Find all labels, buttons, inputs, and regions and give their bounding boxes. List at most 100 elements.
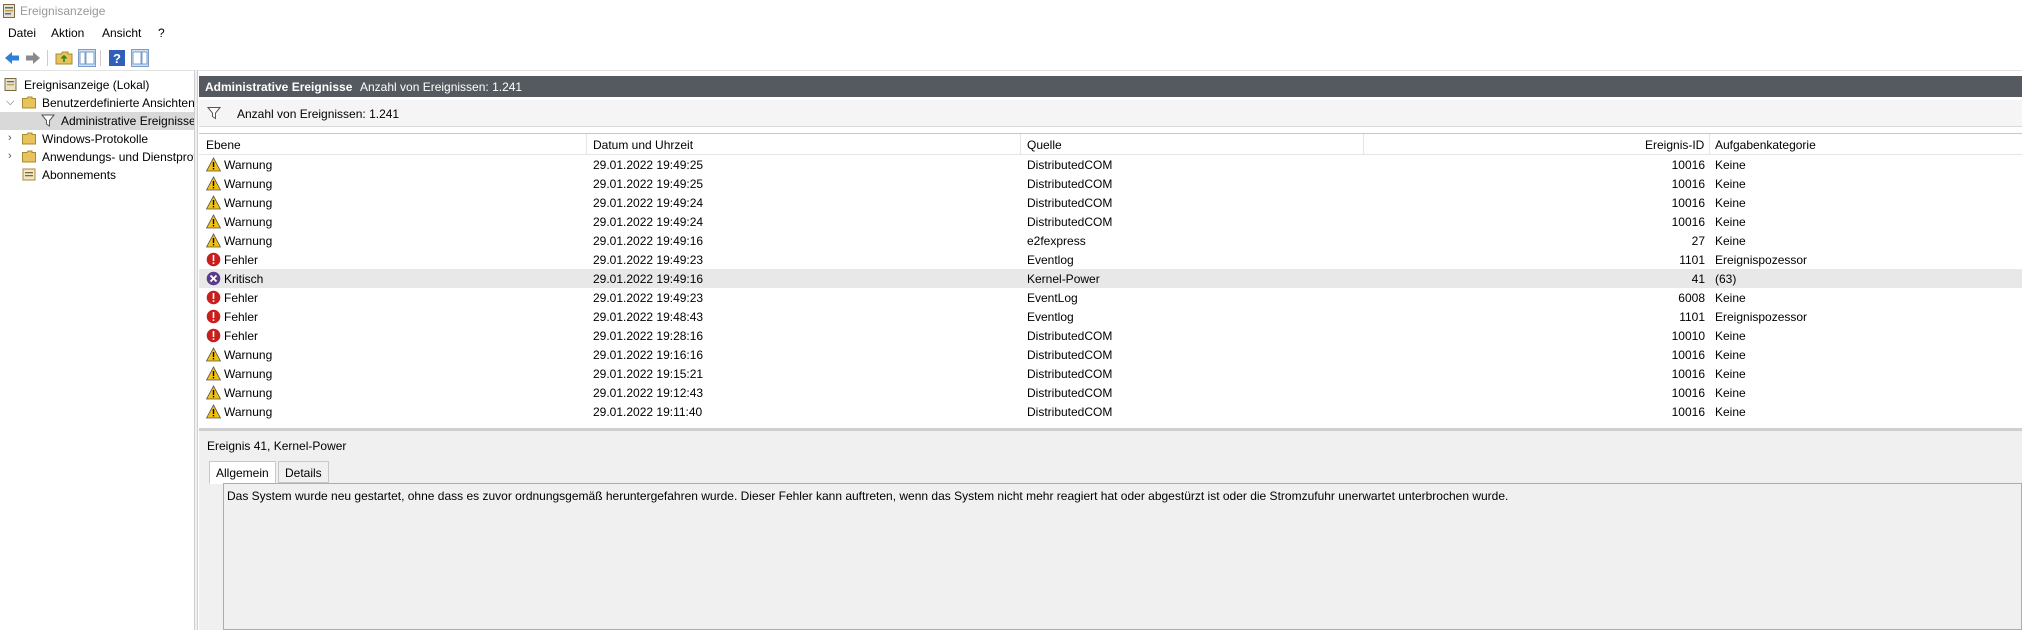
cell-event-id: 10010	[1671, 329, 1705, 343]
toolbar-separator	[47, 50, 48, 66]
filter-count: Anzahl von Ereignissen: 1.241	[237, 107, 400, 121]
tree-item-subscriptions[interactable]: Abonnements	[0, 166, 194, 184]
chevron-right-icon[interactable]: ›	[8, 132, 20, 146]
column-divider[interactable]	[586, 134, 587, 154]
filter-icon	[41, 114, 55, 127]
error-icon	[206, 328, 221, 343]
cell-datetime: 29.01.2022 19:11:40	[593, 405, 703, 419]
cell-datetime: 29.01.2022 19:49:23	[593, 253, 704, 267]
cell-event-id: 10016	[1671, 196, 1705, 210]
cell-category: Keine	[1715, 177, 1746, 191]
cell-category: Keine	[1715, 367, 1746, 381]
tree-item-app-logs[interactable]: › Anwendungs- und Dienstprotokolle	[0, 148, 194, 166]
cell-level: Warnung	[224, 177, 273, 191]
table-row[interactable]: Warnung 29.01.2022 19:16:16 DistributedCOM…	[199, 345, 2022, 364]
events-table: Ebene Datum und Uhrzeit Quelle Ereignis-…	[199, 133, 2022, 431]
filter-icon	[207, 107, 221, 120]
table-row[interactable]: Fehler 29.01.2022 19:28:16 DistributedCOM 1…	[199, 326, 2022, 345]
forward-arrow-icon[interactable]	[24, 49, 42, 67]
table-row[interactable]: Warnung 29.01.2022 19:12:43 DistributedCOM…	[199, 383, 2022, 402]
menu-help[interactable]: ?	[158, 26, 165, 40]
tree-label: Benutzerdefinierte Ansichten	[42, 96, 194, 110]
warning-icon	[205, 195, 222, 210]
table-row[interactable]: Warnung 29.01.2022 19:11:40 DistributedCOM…	[199, 402, 2022, 421]
warning-icon	[205, 366, 222, 381]
cell-level: Fehler	[224, 329, 259, 343]
column-header-level[interactable]: Ebene	[206, 138, 241, 152]
back-arrow-icon[interactable]	[3, 49, 21, 67]
cell-source: DistributedCOM	[1027, 329, 1113, 343]
cell-category: Ereignispozessor	[1715, 310, 1808, 324]
table-row[interactable]: Fehler 29.01.2022 19:49:23 Eventlog 1101 Ere…	[199, 250, 2022, 269]
chevron-right-icon[interactable]: ›	[8, 150, 20, 164]
cell-level: Warnung	[224, 367, 273, 381]
cell-category: Keine	[1715, 215, 1746, 229]
cell-source: DistributedCOM	[1027, 215, 1113, 229]
menu-datei[interactable]: Datei	[8, 26, 36, 40]
table-row[interactable]: Warnung 29.01.2022 19:49:25 DistributedCOM…	[199, 174, 2022, 193]
column-header-datetime[interactable]: Datum und Uhrzeit	[593, 138, 693, 152]
error-icon	[206, 290, 221, 305]
table-row[interactable]: Warnung 29.01.2022 19:49:24 DistributedCOM…	[199, 212, 2022, 231]
cell-datetime: 29.01.2022 19:49:24	[593, 196, 704, 210]
cell-datetime: 29.01.2022 19:49:24	[593, 215, 704, 229]
tree-item-windows-logs[interactable]: › Windows-Protokolle	[0, 130, 194, 148]
menu-bar: Datei Aktion Ansicht ?	[0, 22, 2022, 44]
cell-level: Warnung	[224, 234, 273, 248]
detail-title: Ereignis 41, Kernel-Power	[207, 439, 347, 453]
cell-category: Keine	[1715, 158, 1746, 172]
cell-source: DistributedCOM	[1027, 177, 1113, 191]
chevron-down-icon[interactable]: ⌵	[6, 96, 18, 110]
table-row[interactable]: Fehler 29.01.2022 19:48:43 Eventlog 1101 Ere…	[199, 307, 2022, 326]
cell-datetime: 29.01.2022 19:16:16	[593, 348, 704, 362]
table-row[interactable]: Warnung 29.01.2022 19:49:24 DistributedCOM…	[199, 193, 2022, 212]
column-divider[interactable]	[1363, 134, 1364, 154]
cell-event-id: 10016	[1671, 348, 1705, 362]
tree-label: Ereignisanzeige (Lokal)	[24, 78, 150, 92]
title-bar: Ereignisanzeige	[0, 0, 2022, 22]
menu-ansicht[interactable]: Ansicht	[102, 26, 141, 40]
detail-message-box[interactable]: Das System wurde neu gestartet, ohne das…	[223, 483, 2022, 630]
show-hide-tree-icon[interactable]	[78, 49, 96, 67]
cell-event-id: 10016	[1671, 405, 1705, 419]
column-header-source[interactable]: Quelle	[1027, 138, 1062, 152]
cell-category: (63)	[1715, 272, 1737, 286]
svg-text:?: ?	[113, 51, 121, 66]
table-row[interactable]: Warnung 29.01.2022 19:15:21 DistributedCOM…	[199, 364, 2022, 383]
cell-category: Keine	[1715, 386, 1746, 400]
cell-source: DistributedCOM	[1027, 158, 1113, 172]
tree-item-custom-views[interactable]: ⌵ Benutzerdefinierte Ansichten	[0, 94, 194, 112]
folder-up-icon[interactable]	[55, 49, 73, 67]
cell-datetime: 29.01.2022 19:49:25	[593, 177, 704, 191]
tab-details[interactable]: Details	[278, 461, 329, 483]
table-row[interactable]: Warnung 29.01.2022 19:49:25 DistributedCOM…	[199, 155, 2022, 174]
help-icon[interactable]: ?	[108, 49, 126, 67]
pane-splitter[interactable]	[194, 70, 198, 630]
table-row[interactable]: Warnung 29.01.2022 19:49:16 e2fexpress 27 Ke…	[199, 231, 2022, 250]
cell-source: DistributedCOM	[1027, 367, 1113, 381]
column-header-event-id[interactable]: Ereignis-ID	[1645, 138, 1704, 152]
cell-level: Fehler	[224, 253, 259, 267]
cell-category: Keine	[1715, 348, 1746, 362]
column-divider[interactable]	[1709, 134, 1710, 154]
tab-allgemein[interactable]: Allgemein	[209, 461, 276, 484]
show-hide-action-pane-icon[interactable]	[131, 49, 149, 67]
cell-datetime: 29.01.2022 19:49:25	[593, 158, 704, 172]
cell-category: Keine	[1715, 291, 1746, 305]
table-header: Ebene Datum und Uhrzeit Quelle Ereignis-…	[199, 134, 2022, 155]
cell-event-id: 27	[1691, 234, 1705, 248]
cell-event-id: 10016	[1671, 177, 1705, 191]
table-row[interactable]: Fehler 29.01.2022 19:49:23 EventLog 6008 Kei…	[199, 288, 2022, 307]
toolbar-separator	[100, 50, 101, 66]
cell-level: Warnung	[224, 158, 273, 172]
table-row[interactable]: Kritisch 29.01.2022 19:49:16 Kernel-Power 4…	[199, 269, 2022, 288]
cell-datetime: 29.01.2022 19:48:43	[593, 310, 704, 324]
warning-icon	[205, 157, 222, 172]
tree-item-admin-events[interactable]: Administrative Ereignisse	[0, 112, 194, 130]
column-divider[interactable]	[1020, 134, 1021, 154]
cell-source: DistributedCOM	[1027, 386, 1113, 400]
column-header-category[interactable]: Aufgabenkategorie	[1715, 138, 1816, 152]
menu-aktion[interactable]: Aktion	[51, 26, 84, 40]
tree-item-root[interactable]: Ereignisanzeige (Lokal)	[0, 76, 194, 94]
navigation-tree: Ereignisanzeige (Lokal) ⌵ Benutzerdefini…	[0, 76, 194, 630]
